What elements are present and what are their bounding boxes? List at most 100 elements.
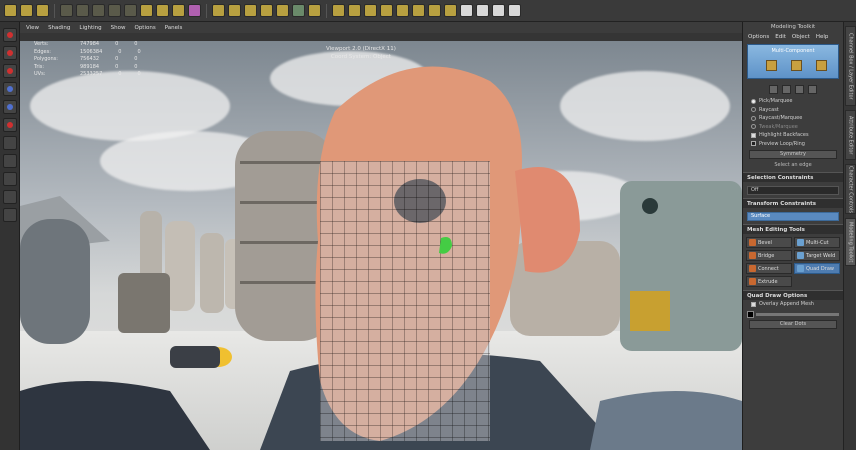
menu-panels[interactable]: Panels xyxy=(165,25,183,31)
cylinder-primitive-icon[interactable] xyxy=(244,4,257,17)
paint-select-icon[interactable] xyxy=(36,4,49,17)
vehicle-body xyxy=(20,381,210,450)
tab-attribute-editor[interactable]: Attribute Editor xyxy=(845,110,856,160)
scale-mode-icon[interactable] xyxy=(808,85,817,94)
target-weld-tool-button[interactable]: Target Weld xyxy=(794,250,840,261)
checker-grid-icon[interactable] xyxy=(492,4,505,17)
scale-icon[interactable] xyxy=(2,100,17,114)
transform-constraints-header[interactable]: Transform Constraints xyxy=(743,198,843,208)
history-icon[interactable] xyxy=(188,4,201,17)
layout-icon[interactable] xyxy=(2,172,17,186)
overlay-append-mesh-checkbox[interactable]: Overlay Append Mesh xyxy=(743,300,843,309)
display-icon[interactable] xyxy=(508,4,521,17)
extrude-shelf-icon[interactable] xyxy=(332,4,345,17)
tab-channel-box[interactable]: Channel Box / Layer Editor xyxy=(845,26,856,106)
plane-primitive-icon[interactable] xyxy=(260,4,273,17)
separate-shelf-icon[interactable] xyxy=(396,4,409,17)
opacity-slider[interactable] xyxy=(756,312,839,316)
component-mode-icon[interactable] xyxy=(76,4,89,17)
mesh-editing-tools-header[interactable]: Mesh Editing Tools xyxy=(743,224,843,234)
panel-menu-edit[interactable]: Edit xyxy=(775,34,786,40)
menu-show[interactable]: Show xyxy=(111,25,126,31)
option-label: Raycast xyxy=(759,106,779,113)
bridge-shelf-icon[interactable] xyxy=(364,4,377,17)
extrude-tool-button[interactable]: Extrude xyxy=(746,276,792,287)
transform-constraint-dropdown[interactable]: Surface xyxy=(747,211,839,221)
snap-point-icon[interactable] xyxy=(172,4,185,17)
vehicle-part xyxy=(170,346,220,368)
tweak-marquee-option[interactable]: Tweak/Marquee xyxy=(743,123,843,132)
vertex-component-icon[interactable] xyxy=(766,60,777,71)
color-swatch[interactable] xyxy=(747,310,754,318)
snap-grid-icon[interactable] xyxy=(140,4,153,17)
rotate-icon[interactable] xyxy=(2,82,17,96)
panel-menu-options[interactable]: Options xyxy=(748,34,769,40)
graph-editor-icon[interactable] xyxy=(2,208,17,222)
select-arrow-icon[interactable] xyxy=(2,28,17,42)
bridge-tool-button[interactable]: Bridge xyxy=(746,250,792,261)
outliner-icon[interactable] xyxy=(2,190,17,204)
tab-character-controls[interactable]: Character Controls xyxy=(845,164,856,214)
panel-menu-object[interactable]: Object xyxy=(792,34,810,40)
smooth-shelf-icon[interactable] xyxy=(412,4,425,17)
selection-constraints-header[interactable]: Selection Constraints xyxy=(743,172,843,182)
tab-modeling-toolkit[interactable]: Modeling Toolkit xyxy=(845,218,856,266)
multi-cut-tool-button[interactable]: Multi-Cut xyxy=(794,237,840,248)
clear-dots-button[interactable]: Clear Dots xyxy=(749,319,837,329)
select-tool-icon[interactable] xyxy=(4,4,17,17)
quad-draw-tool-button[interactable]: Quad Draw xyxy=(794,263,840,274)
combine-shelf-icon[interactable] xyxy=(380,4,393,17)
lasso-icon[interactable] xyxy=(2,46,17,60)
viewport-3d[interactable]: Verts: 747984 0 0 Edges: 1506384 0 0 Polygons:… xyxy=(20,41,742,450)
radio-icon xyxy=(751,115,756,121)
ipr-render-icon[interactable] xyxy=(308,4,321,17)
menu-view[interactable]: View xyxy=(26,25,39,31)
highlight-backfaces-checkbox[interactable]: Highlight Backfaces xyxy=(743,131,843,140)
raycast-marquee-option[interactable]: Raycast/Marquee xyxy=(743,114,843,123)
lasso-tool-icon[interactable] xyxy=(20,4,33,17)
checkbox-icon xyxy=(751,132,756,138)
render-icon[interactable] xyxy=(292,4,305,17)
checker-icon[interactable] xyxy=(460,4,473,17)
hud-row: UVs: 2533257 0 0 xyxy=(34,71,141,77)
select-mode-icon[interactable] xyxy=(769,85,778,94)
four-view-icon[interactable] xyxy=(2,154,17,168)
preview-loop-ring-checkbox[interactable]: Preview Loop/Ring xyxy=(743,140,843,149)
pick-marquee-option[interactable]: Pick/Marquee xyxy=(743,97,843,106)
face-component-icon[interactable] xyxy=(816,60,827,71)
object-mode-icon[interactable] xyxy=(60,4,73,17)
cube-primitive-icon[interactable] xyxy=(212,4,225,17)
quad-draw-options-header[interactable]: Quad Draw Options xyxy=(743,290,843,300)
symmetry-button[interactable]: Symmetry xyxy=(749,150,837,159)
selection-constraint-dropdown[interactable]: Off xyxy=(747,185,839,195)
menu-shading[interactable]: Shading xyxy=(48,25,70,31)
move-icon[interactable] xyxy=(2,64,17,78)
mirror-shelf-icon[interactable] xyxy=(428,4,441,17)
connect-tool-button[interactable]: Connect xyxy=(746,263,792,274)
bevel-tool-button[interactable]: Bevel xyxy=(746,237,792,248)
panel-menu-help[interactable]: Help xyxy=(816,34,829,40)
bevel-shelf-icon[interactable] xyxy=(348,4,361,17)
sphere-primitive-icon[interactable] xyxy=(228,4,241,17)
raycast-option[interactable]: Raycast xyxy=(743,106,843,115)
hud-row: Tris: 989184 0 0 xyxy=(34,63,138,70)
shelf-divider xyxy=(326,3,327,18)
vertex-mode-icon[interactable] xyxy=(92,4,105,17)
manipulator-icon[interactable] xyxy=(2,118,17,132)
single-view-icon[interactable] xyxy=(2,136,17,150)
multi-component-button[interactable]: Multi-Component xyxy=(747,44,839,79)
snap-curve-icon[interactable] xyxy=(156,4,169,17)
torus-primitive-icon[interactable] xyxy=(276,4,289,17)
checkbox-icon xyxy=(751,301,756,307)
menu-options[interactable]: Options xyxy=(134,25,155,31)
face-mode-icon[interactable] xyxy=(124,4,137,17)
move-mode-icon[interactable] xyxy=(782,85,791,94)
uv-editor-icon[interactable] xyxy=(476,4,489,17)
edge-component-icon[interactable] xyxy=(791,60,802,71)
edge-mode-icon[interactable] xyxy=(108,4,121,17)
merge-shelf-icon[interactable] xyxy=(444,4,457,17)
shelf-divider xyxy=(54,3,55,18)
rotate-mode-icon[interactable] xyxy=(795,85,804,94)
menu-lighting[interactable]: Lighting xyxy=(79,25,101,31)
side-tab-strip: Channel Box / Layer Editor Attribute Edi… xyxy=(843,22,856,450)
